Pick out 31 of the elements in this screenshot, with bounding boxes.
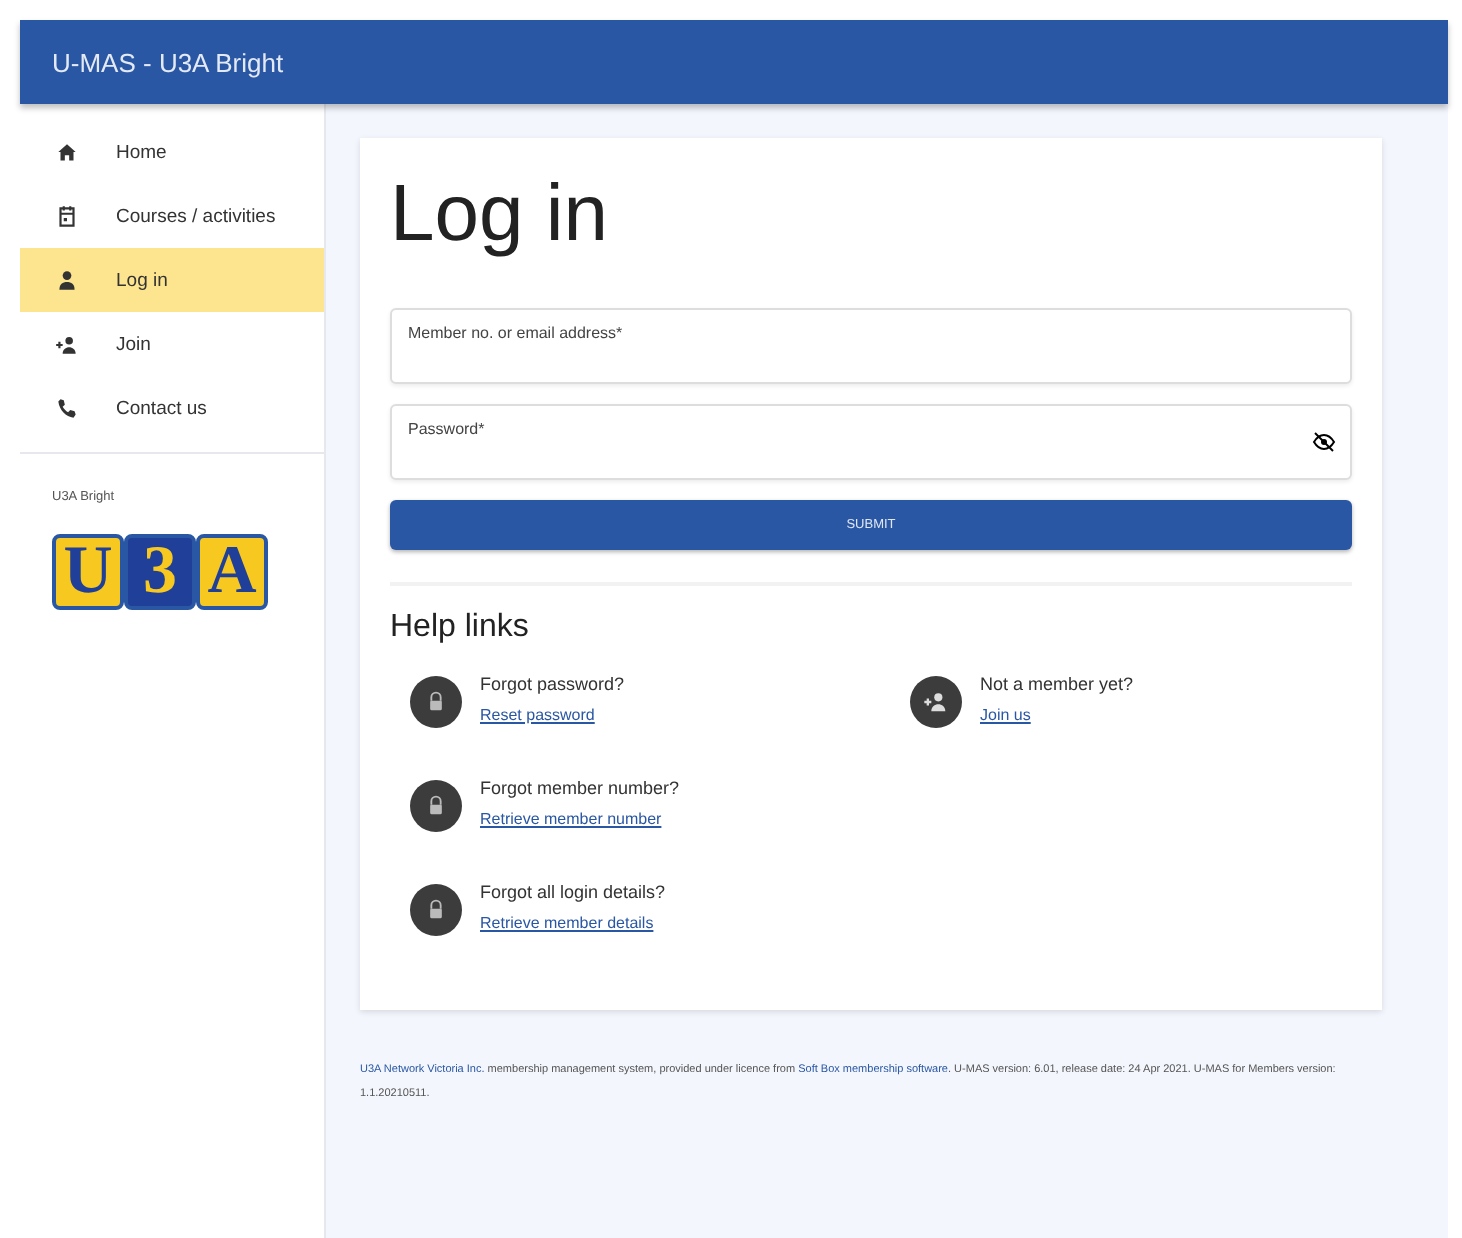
lock-icon: [410, 780, 462, 832]
nav-item[interactable]: Join: [20, 312, 324, 376]
help-link[interactable]: Retrieve member number: [480, 810, 662, 828]
nav-item[interactable]: Home: [20, 120, 324, 184]
nav-icon: [54, 395, 80, 421]
help-question: Forgot all login details?: [480, 882, 666, 902]
help-link[interactable]: Join us: [980, 706, 1031, 724]
nav-icon: [54, 331, 80, 357]
input-field[interactable]: Member no. or email address*: [390, 308, 1352, 384]
nav-icon: [54, 267, 80, 293]
nav-icon: [54, 203, 80, 229]
password-field[interactable]: Password*: [390, 404, 1352, 480]
help-question: Forgot password?: [480, 674, 625, 694]
lock-icon: [410, 676, 462, 728]
logo-tile: A: [196, 534, 268, 610]
nav-item[interactable]: Log in: [20, 248, 324, 312]
lock-icon: [410, 884, 462, 936]
nav-item[interactable]: Contact us: [20, 376, 324, 440]
help-question: Not a member yet?: [980, 674, 1134, 694]
app-title: U-MAS - U3A Bright: [52, 47, 284, 77]
logo-tile: U: [52, 534, 124, 610]
page-title: Log in: [390, 170, 610, 260]
visibility-icon: [1312, 430, 1336, 454]
help-link[interactable]: Retrieve member details: [480, 914, 654, 932]
section-heading: Help links: [390, 610, 531, 646]
help-question: Forgot member number?: [480, 778, 680, 798]
help-link[interactable]: Reset password: [480, 706, 595, 724]
person-add-icon: [910, 676, 962, 728]
nav-item[interactable]: Courses / activities: [20, 184, 324, 248]
logo-tile: 3: [124, 534, 196, 610]
nav-icon: [54, 139, 80, 165]
